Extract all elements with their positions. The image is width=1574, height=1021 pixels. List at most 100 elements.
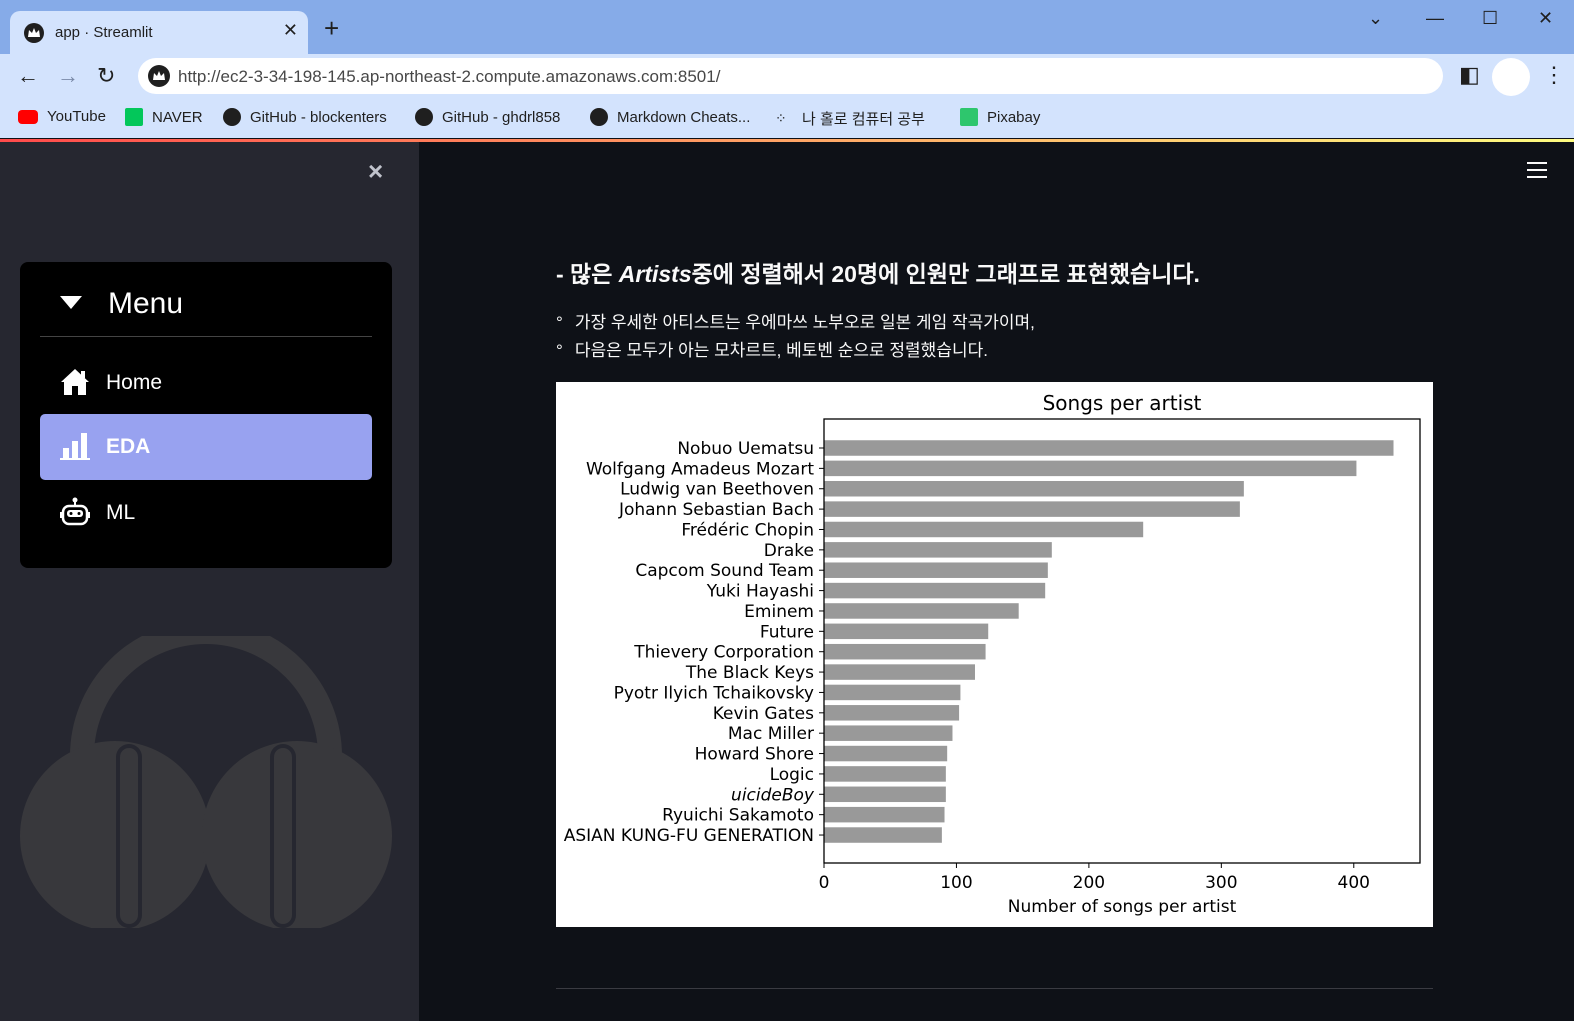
new-tab-button[interactable]: + [324,15,339,41]
bookmark-label: YouTube [47,108,106,125]
chart-bar [824,460,1357,477]
y-tick-label: Pyotr Ilyich Tchaikovsky [614,683,814,703]
bookmark-computer-study[interactable]: ⁘ 나 홀로 컴퓨터 공부 [775,108,925,129]
y-tick-label: Yuki Hayashi [706,582,814,602]
chart-bar [824,806,945,823]
chart-bar [824,786,946,803]
heading-prefix: - 많은 [556,261,619,287]
y-tick-label: Drake [764,541,814,561]
y-tick-label: Eminem [744,602,814,622]
y-tick-label: Thievery Corporation [633,643,814,663]
section-heading: - 많은 Artists중에 정렬해서 20명에 인원만 그래프로 표현했습니다… [556,255,1200,289]
sidebar-close-button[interactable]: × [368,156,383,187]
dots-icon: ⁘ [775,109,787,126]
bullet-list: 가장 우세한 아티스트는 우에마쓰 노부오로 일본 게임 작곡가이며, 다음은 … [556,309,1035,365]
browser-titlebar: app · Streamlit ✕ + ⌄ — ☐ ✕ [0,0,1574,54]
bookmark-label: NAVER [152,108,203,126]
bar-chart-icon [60,433,90,460]
x-tick-label: 400 [1338,873,1370,893]
menu-item-home[interactable]: Home [40,350,372,416]
menu-item-eda[interactable]: EDA [40,414,372,480]
chart-bar [824,684,961,701]
main-content: - 많은 Artists중에 정렬해서 20명에 인원만 그래프로 표현했습니다… [419,142,1574,1021]
x-tick-label: 300 [1205,873,1237,893]
naver-icon [125,108,143,126]
chart-bar [824,745,948,762]
y-tick-label: Kevin Gates [713,704,814,724]
chart-bar [824,501,1240,517]
bookmark-label: GitHub - ghdrl858 [442,108,561,126]
y-tick-label: Logic [770,765,814,785]
bullet-item: 가장 우세한 아티스트는 우에마쓰 노부오로 일본 게임 작곡가이며, [556,309,1035,337]
bullet-item: 다음은 모두가 아는 모차르트, 베토벤 순으로 정렬했습니다. [556,337,1035,365]
caret-down-icon [60,296,82,309]
menu-item-label: ML [106,501,136,524]
browser-toolbar: ← → ↻ http://ec2-3-34-198-145.ap-northea… [0,54,1574,100]
chart-bar [824,542,1052,558]
menu-item-label: EDA [106,435,151,458]
home-icon [61,369,89,395]
side-panel-icon[interactable]: ◧ [1459,62,1480,88]
chart-bar [824,623,989,640]
browser-menu-icon[interactable]: ⋮ [1543,62,1565,88]
y-tick-label: Wolfgang Amadeus Mozart [586,459,814,479]
bookmark-pixabay[interactable]: Pixabay [960,108,1040,126]
window-close-icon[interactable]: ✕ [1538,8,1553,29]
x-tick-label: 200 [1073,873,1105,893]
chart-image: Nobuo Uematsu Wolfgang Amadeus Mozart Ludw… [556,382,1433,927]
y-tick-label: The Black Keys [685,663,814,683]
github-icon [415,108,433,126]
y-tick-label: Nobuo Uematsu [677,439,814,459]
hamburger-menu-icon[interactable] [1527,162,1547,183]
chart-bar [824,766,946,782]
menu-title: Menu [108,287,184,320]
bookmark-label: Pixabay [987,108,1041,126]
tab-search-icon[interactable]: ⌄ [1368,8,1383,29]
y-tick-label: uicideBoy [731,785,815,805]
url-text[interactable]: http://ec2-3-34-198-145.ap-northeast-2.c… [178,67,720,87]
heading-emphasis: Artists [618,261,692,287]
address-bar[interactable]: http://ec2-3-34-198-145.ap-northeast-2.c… [138,58,1443,94]
streamlit-crown-icon [24,23,44,43]
tab-close-icon[interactable]: ✕ [283,20,298,41]
chart-bar [824,664,975,680]
browser-tab[interactable]: app · Streamlit ✕ [10,11,308,54]
chart-bar [824,480,1244,497]
chart-bar [824,521,1144,538]
option-menu: Menu Home EDA ML [20,262,392,568]
bookmark-youtube[interactable]: YouTube [18,108,106,125]
forward-icon[interactable]: → [57,63,79,89]
bookmark-markdown-cheatsheet[interactable]: Markdown Cheats... [590,108,750,126]
chart-bar [824,582,1046,599]
chart-bar [824,705,960,721]
chart-bar [824,725,953,741]
y-tick-label: Capcom Sound Team [635,561,814,581]
back-icon[interactable]: ← [17,63,39,89]
pixabay-icon [960,108,978,126]
maximize-icon[interactable]: ☐ [1482,8,1498,29]
menu-item-ml[interactable]: ML [40,480,372,546]
bookmark-github-ghdrl858[interactable]: GitHub - ghdrl858 [415,108,560,126]
reload-icon[interactable]: ↻ [97,63,115,89]
x-tick-label: 100 [940,873,972,893]
y-tick-label: Howard Shore [695,745,814,765]
site-info-icon[interactable] [148,65,170,87]
bookmarks-bar: YouTube NAVER GitHub - blockenters GitHu… [0,100,1574,138]
y-tick-label: Ludwig van Beethoven [620,480,814,500]
chart-bar [824,827,942,843]
chart-title: Songs per artist [1043,391,1202,415]
chart-bar [824,562,1048,578]
github-icon [223,108,241,126]
heading-suffix: 중에 정렬해서 20명에 인원만 그래프로 표현했습니다. [691,261,1200,287]
chart-bar [824,440,1394,456]
profile-avatar[interactable] [1492,58,1530,96]
bookmark-naver[interactable]: NAVER [125,108,203,126]
y-tick-label: Ryuichi Sakamoto [662,806,814,826]
robot-icon [60,497,90,526]
headphones-icon [20,636,392,928]
bookmark-github-blockenters[interactable]: GitHub - blockenters [223,108,387,126]
y-tick-label: Frédéric Chopin [681,520,814,540]
y-tick-label: Mac Miller [728,724,814,744]
x-axis-label: Number of songs per artist [1008,897,1237,917]
minimize-icon[interactable]: — [1426,8,1444,29]
